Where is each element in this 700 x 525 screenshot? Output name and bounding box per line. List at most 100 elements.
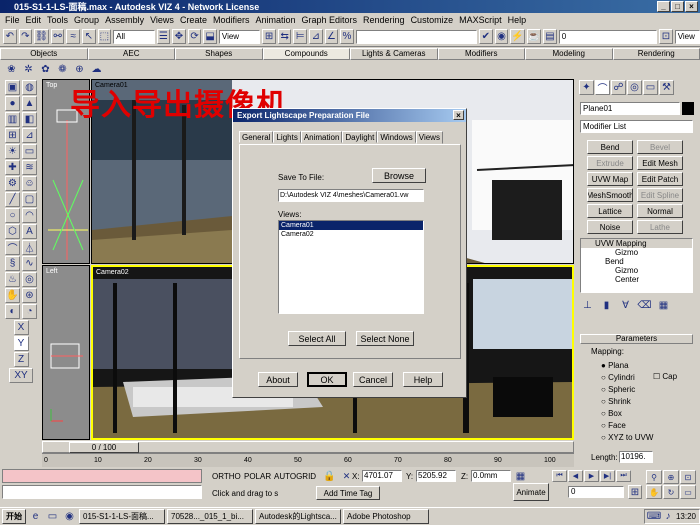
conform-icon[interactable]: ✿: [38, 62, 53, 77]
animate-button[interactable]: Animate: [513, 483, 549, 501]
key-mode-icon[interactable]: ⊞: [628, 485, 642, 499]
browse-button[interactable]: Browse: [372, 168, 426, 183]
axis-x-button[interactable]: X: [13, 320, 29, 335]
create-stair-icon[interactable]: ⊿: [22, 128, 37, 143]
frame-field[interactable]: 0: [558, 29, 658, 44]
boolean-icon[interactable]: ⊕: [72, 62, 87, 77]
tab-shapes[interactable]: Shapes: [175, 48, 263, 60]
ortho-toggle[interactable]: ORTHO: [212, 472, 241, 481]
unlink-icon[interactable]: ⚯: [50, 29, 65, 44]
menu-customize[interactable]: Customize: [408, 15, 457, 25]
create-box-icon[interactable]: ▣: [5, 80, 20, 95]
select-region-icon[interactable]: ⬚: [97, 29, 112, 44]
link-icon[interactable]: ⛓: [34, 29, 49, 44]
modifier-uvw-map-button[interactable]: UVW Map: [587, 172, 633, 186]
close-button[interactable]: ×: [685, 1, 698, 12]
reference-coord-dropdown[interactable]: View: [218, 29, 261, 44]
modifier-bend-icon[interactable]: ⌒: [5, 240, 20, 255]
scatter-icon[interactable]: ✲: [21, 62, 36, 77]
terrain-icon[interactable]: ☁: [89, 62, 104, 77]
dolly-icon[interactable]: ✋: [646, 485, 662, 499]
task-photoshop[interactable]: Adobe Photoshop: [343, 509, 429, 524]
next-frame-icon[interactable]: ▶|: [600, 470, 615, 482]
menu-animation[interactable]: Animation: [252, 15, 298, 25]
menu-create[interactable]: Create: [177, 15, 210, 25]
tab-modifiers[interactable]: Modifiers: [437, 48, 525, 60]
undo-icon[interactable]: ↶: [3, 29, 17, 44]
create-rect-icon[interactable]: ▢: [22, 192, 37, 207]
stack-item-bend[interactable]: Bend: [581, 257, 692, 266]
modifier-list-dropdown[interactable]: Modifier List: [580, 120, 693, 133]
dialog-tab-daylight[interactable]: Daylight: [342, 131, 378, 143]
create-door-icon[interactable]: ◧: [22, 112, 37, 127]
viewport-left[interactable]: Left: [42, 265, 90, 440]
light-bulb-icon[interactable]: ♨: [5, 272, 20, 287]
menu-help[interactable]: Help: [505, 15, 530, 25]
material-icon[interactable]: ◔: [22, 304, 37, 319]
display-panel-icon[interactable]: ▭: [643, 80, 658, 95]
tab-modeling[interactable]: Modeling: [525, 48, 613, 60]
create-wall-icon[interactable]: ▥: [5, 112, 20, 127]
create-camera-icon[interactable]: ▭: [22, 144, 37, 159]
cancel-button[interactable]: Cancel: [353, 372, 393, 387]
quicklaunch-ie-icon[interactable]: e: [28, 509, 43, 524]
help-button[interactable]: Help: [403, 372, 443, 387]
modifier-edit-spline-button[interactable]: Edit Spline: [637, 188, 683, 202]
create-panel-icon[interactable]: ✦: [579, 80, 594, 95]
tab-rendering[interactable]: Rendering: [612, 48, 700, 60]
menu-file[interactable]: File: [2, 15, 23, 25]
zoom-icon[interactable]: ⚲: [646, 470, 662, 484]
menu-modifiers[interactable]: Modifiers: [210, 15, 253, 25]
mapping-option-shrink[interactable]: ○ Shrink: [601, 396, 653, 408]
go-to-start-icon[interactable]: ⏮: [552, 470, 567, 482]
percent-snap-icon[interactable]: %: [340, 29, 354, 44]
create-line-icon[interactable]: ╱: [5, 192, 20, 207]
current-frame-field[interactable]: 0: [568, 486, 624, 498]
modifier-meshsmooth-button[interactable]: MeshSmooth: [587, 188, 633, 202]
lock-selection-icon[interactable]: 🔒: [322, 469, 337, 484]
task-folder[interactable]: 70528..._015_1_bi...: [167, 509, 253, 524]
quick-render-icon[interactable]: ⚡: [510, 29, 525, 44]
dialog-tab-lights[interactable]: Lights: [273, 131, 301, 143]
mapping-option-xyz-to-uvw[interactable]: ○ XYZ to UVW: [601, 432, 653, 444]
dialog-tab-animation[interactable]: Animation: [300, 131, 343, 143]
material-editor-icon[interactable]: ✔: [479, 29, 493, 44]
create-cylinder-icon[interactable]: ◍: [22, 80, 37, 95]
tab-objects[interactable]: Objects: [0, 48, 88, 60]
autogrid-toggle[interactable]: AUTOGRID: [274, 472, 316, 481]
views-list-item[interactable]: Camera01: [279, 221, 423, 230]
pin-stack-icon[interactable]: ⊥: [580, 298, 595, 313]
dialog-close-button[interactable]: ×: [453, 110, 464, 120]
modifier-lattice-button[interactable]: Lattice: [587, 204, 633, 218]
menu-rendering[interactable]: Rendering: [360, 15, 408, 25]
stack-item-gizmo[interactable]: Gizmo: [581, 266, 692, 275]
grid-icon[interactable]: ▦: [513, 469, 528, 484]
modifier-noise-button[interactable]: Noise: [587, 220, 633, 234]
tray-network-icon[interactable]: ⌨: [647, 509, 661, 524]
modify-panel-icon[interactable]: ⌒: [595, 80, 610, 95]
cap-checkbox[interactable]: ☐ Cap: [653, 372, 677, 381]
menu-edit[interactable]: Edit: [23, 15, 45, 25]
z-coord-field[interactable]: 0.0mm: [471, 470, 511, 482]
remove-modifier-icon[interactable]: ⌫: [637, 298, 652, 313]
start-button[interactable]: 开始: [2, 509, 26, 524]
menu-graph-editors[interactable]: Graph Editors: [299, 15, 361, 25]
create-window-icon[interactable]: ⊞: [5, 128, 20, 143]
dialog-tab-general[interactable]: General: [239, 131, 274, 143]
menu-views[interactable]: Views: [147, 15, 177, 25]
modifier-stack[interactable]: UVW Mapping Gizmo Bend Gizmo Center: [580, 238, 693, 293]
minimize-button[interactable]: _: [657, 1, 670, 12]
create-light-icon[interactable]: ☀: [5, 144, 20, 159]
create-biped-icon[interactable]: ☺: [22, 176, 37, 191]
object-name-field[interactable]: Plane01: [580, 102, 680, 115]
views-list[interactable]: Camera01 Camera02: [278, 220, 424, 314]
roll-icon[interactable]: ↻: [663, 485, 679, 499]
time-slider[interactable]: 0 / 100: [42, 441, 574, 453]
select-by-name-icon[interactable]: ☰: [156, 29, 171, 44]
select-none-button[interactable]: Select None: [356, 331, 414, 346]
modifier-noise-icon[interactable]: ∿: [22, 256, 37, 271]
length-field[interactable]: 10196.: [619, 451, 653, 463]
play-icon[interactable]: ▶: [584, 470, 599, 482]
previous-frame-icon[interactable]: ◀: [568, 470, 583, 482]
bind-icon[interactable]: ≈: [66, 29, 81, 44]
